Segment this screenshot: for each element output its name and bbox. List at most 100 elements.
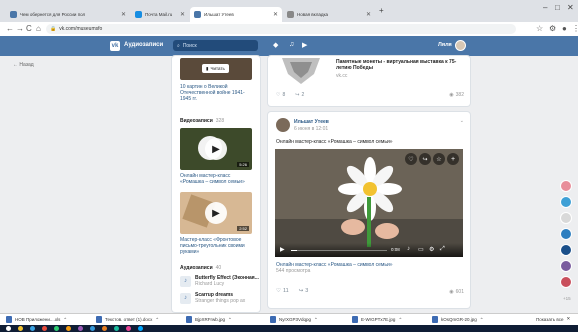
post-author[interactable]: Ильшат Утеев: [294, 119, 329, 125]
close-window-button[interactable]: ✕: [567, 3, 574, 12]
download-item[interactable]: NyrXGP3Vdqpg ⌃: [270, 316, 318, 323]
friend-avatar[interactable]: [560, 260, 572, 272]
friend-avatar[interactable]: [560, 212, 572, 224]
audio-track-1[interactable]: ♪ Butterfly Effect (Эконная... Richard L…: [180, 275, 259, 287]
show-all-downloads-button[interactable]: Показать все ✕: [536, 316, 570, 322]
browser-tab-4[interactable]: Новая вкладка ✕: [283, 7, 375, 22]
close-tab-icon[interactable]: ✕: [273, 11, 278, 18]
site-name[interactable]: Аудиозаписи: [124, 42, 163, 48]
chevron-up-icon[interactable]: ⌃: [314, 317, 318, 323]
avatar[interactable]: [276, 118, 290, 132]
post-date[interactable]: 6 июня в 12:01: [294, 126, 328, 132]
video-thumbnail-1[interactable]: ▶ 5:26: [180, 128, 252, 170]
post-menu-icon[interactable]: ⌄: [460, 118, 464, 124]
maximize-button[interactable]: □: [555, 3, 560, 12]
friend-avatar[interactable]: [560, 196, 572, 208]
forward-button[interactable]: →: [16, 24, 24, 33]
friend-avatar[interactable]: [560, 180, 572, 192]
share-button[interactable]: ↪ 2: [295, 92, 304, 98]
user-name[interactable]: Ляля: [438, 42, 452, 48]
url-field[interactable]: 🔒 vk.com/museumsfo: [46, 24, 516, 34]
start-button-icon[interactable]: [6, 326, 11, 331]
taskbar-app-icon[interactable]: [126, 326, 131, 331]
browser-tab-1[interactable]: Чем обернется для России пол ✕: [6, 7, 130, 22]
play-icon[interactable]: ▶: [205, 138, 227, 160]
coins-image[interactable]: [276, 56, 326, 86]
settings-icon[interactable]: ⚙: [429, 246, 434, 253]
extensions-icon[interactable]: ⚙: [549, 24, 556, 33]
play-button[interactable]: ▶: [280, 246, 285, 253]
video-player[interactable]: ♡ ↪ ☆ + ▶ 0:08 ♪ ▭ ⚙ ⤢: [275, 149, 463, 257]
volume-icon[interactable]: ♪: [407, 246, 410, 252]
star-icon[interactable]: ☆: [433, 153, 445, 165]
more-friends-count[interactable]: +15: [563, 296, 571, 301]
taskbar-app-icon[interactable]: [54, 326, 59, 331]
chevron-up-icon[interactable]: ⌃: [155, 317, 159, 323]
download-item[interactable]: E-WrGPTx7E.jpg ⌃: [352, 316, 402, 323]
home-button[interactable]: ⌂: [36, 24, 41, 33]
back-link[interactable]: ← Назад: [13, 62, 34, 68]
close-tab-icon[interactable]: ✕: [121, 11, 126, 18]
friend-avatar[interactable]: [560, 244, 572, 256]
vk-logo-icon[interactable]: vk: [110, 41, 120, 51]
search-input[interactable]: ⌕ Поиск: [173, 40, 258, 51]
download-item[interactable]: kOsQmGR-20.jpg ⌃: [432, 316, 484, 323]
browser-tab-2[interactable]: Почта Mail.ru ✕: [131, 7, 189, 22]
minimize-button[interactable]: –: [543, 3, 547, 12]
progress-bar[interactable]: [291, 250, 387, 251]
reload-button[interactable]: C: [26, 24, 32, 33]
share-icon[interactable]: ↪: [419, 153, 431, 165]
taskbar-app-icon[interactable]: [90, 326, 95, 331]
friend-avatar[interactable]: [560, 276, 572, 288]
article-image[interactable]: ▮ Читать: [180, 58, 252, 80]
menu-dots-icon[interactable]: ⋮: [572, 24, 578, 33]
taskbar-app-icon[interactable]: [18, 326, 23, 331]
audio-track-2[interactable]: ♪ Scarrup dreams Stranger things pop ax: [180, 292, 245, 304]
close-icon[interactable]: ✕: [566, 316, 570, 322]
add-icon[interactable]: +: [447, 153, 459, 165]
taskbar-app-icon[interactable]: [42, 326, 47, 331]
search-placeholder: Поиск: [182, 42, 197, 49]
video-title-1[interactable]: Онлайн мастер-класс «Ромашка – символ се…: [180, 173, 252, 185]
close-tab-icon[interactable]: ✕: [180, 11, 185, 18]
download-item[interactable]: Текстов. ответ (1).docx ⌃: [96, 316, 159, 323]
taskbar-app-icon[interactable]: [138, 326, 143, 331]
new-tab-button[interactable]: +: [379, 6, 384, 15]
avatar[interactable]: [455, 40, 466, 51]
bookmark-star-icon[interactable]: ☆: [536, 24, 543, 33]
fullscreen-icon[interactable]: ⤢: [440, 246, 445, 253]
notifications-icon[interactable]: ◆: [273, 41, 278, 49]
chevron-up-icon[interactable]: ⌃: [228, 317, 232, 323]
chevron-up-icon[interactable]: ⌃: [398, 317, 402, 323]
video-title-2[interactable]: Мастер-класс «Фронтовое письмо-треугольн…: [180, 237, 252, 255]
videos-header[interactable]: Видеозаписи 328: [180, 118, 224, 124]
miniplayer-icon[interactable]: ▭: [418, 246, 424, 253]
like-button[interactable]: ♡ 8: [276, 92, 285, 98]
taskbar-app-icon[interactable]: [114, 326, 119, 331]
play-icon[interactable]: ▶: [205, 202, 227, 224]
chevron-up-icon[interactable]: ⌃: [63, 317, 67, 323]
back-button[interactable]: ←: [6, 24, 14, 33]
download-item[interactable]: НОВ Приложени....xls ⌃: [6, 316, 67, 323]
share-button[interactable]: ↪ 3: [299, 288, 309, 294]
taskbar-app-icon[interactable]: [66, 326, 71, 331]
taskbar-app-icon[interactable]: [30, 326, 35, 331]
download-item[interactable]: BjpXRFrwb.jpg ⌃: [186, 316, 232, 323]
music-icon[interactable]: ♫: [289, 41, 294, 48]
close-tab-icon[interactable]: ✕: [366, 11, 371, 18]
heart-icon[interactable]: ♡: [405, 153, 417, 165]
article-title[interactable]: 10 картин о Великой Отечественной войне …: [180, 84, 252, 102]
browser-tab-active[interactable]: Ильшат Утеев ✕: [190, 7, 282, 22]
play-icon[interactable]: ▶: [302, 41, 307, 49]
taskbar-app-icon[interactable]: [102, 326, 107, 331]
video-thumbnail-2[interactable]: ▶ 2:52: [180, 192, 252, 234]
friend-avatar[interactable]: [560, 228, 572, 240]
audio-header[interactable]: Аудиозаписи 40: [180, 265, 221, 271]
chevron-up-icon[interactable]: ⌃: [480, 317, 484, 323]
like-button[interactable]: ♡ 11: [276, 288, 289, 294]
read-button[interactable]: ▮ Читать: [202, 64, 229, 73]
taskbar-app-icon[interactable]: [78, 326, 83, 331]
profile-icon[interactable]: ●: [562, 24, 567, 33]
post-title[interactable]: Памятные монеты - виртуальная выставка к…: [336, 59, 464, 71]
post-source[interactable]: vk.cc: [336, 73, 347, 79]
